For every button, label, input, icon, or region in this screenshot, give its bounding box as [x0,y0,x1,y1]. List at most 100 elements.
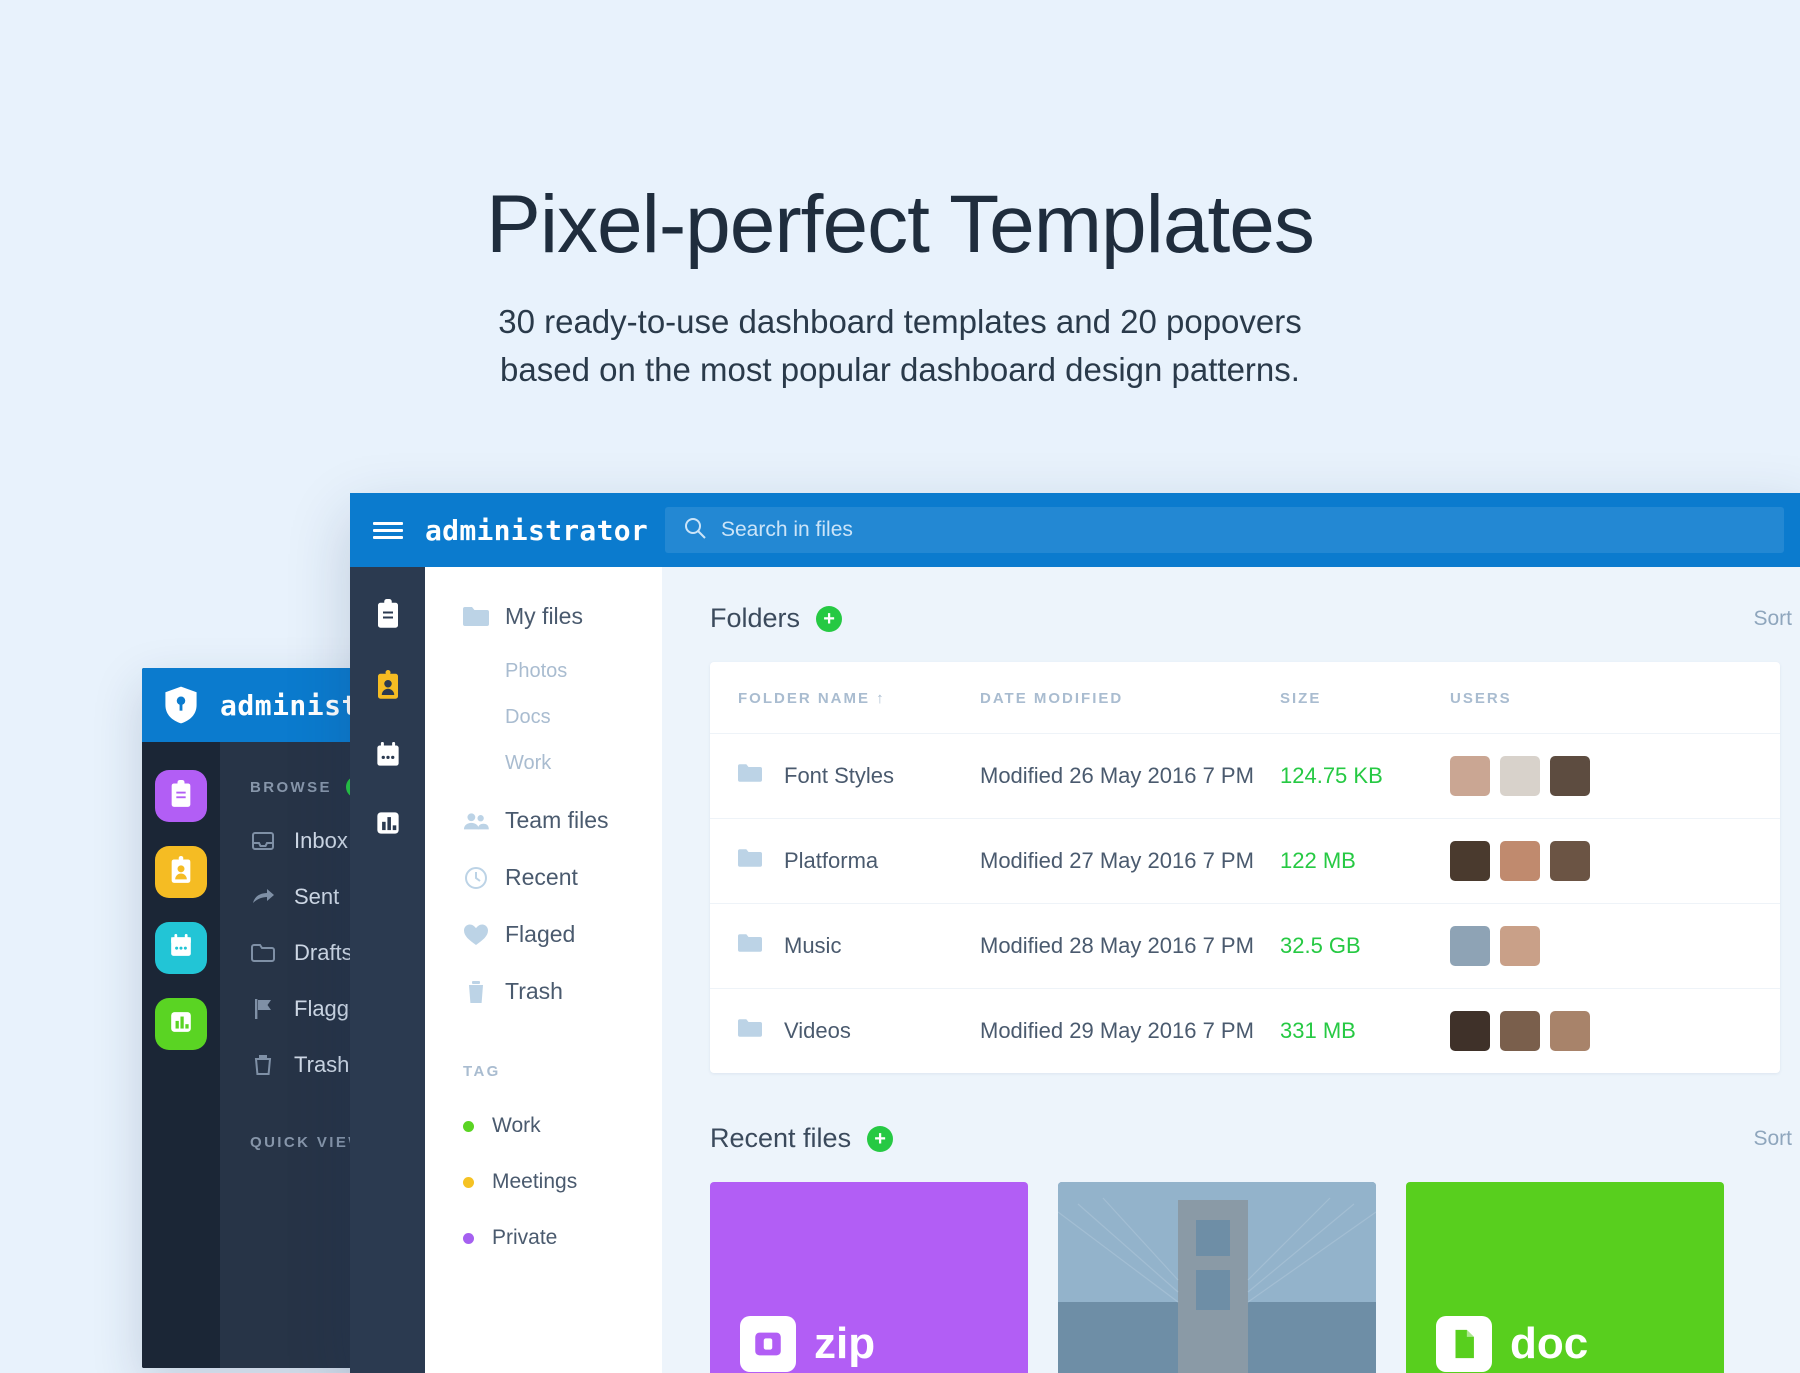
table-row[interactable]: Music Modified 28 May 2016 7 PM 32.5 GB [710,903,1780,989]
avatar-group[interactable] [1450,756,1780,796]
recent-files-thumbnails: zip doc [710,1182,1800,1373]
recent-file-card[interactable]: doc [1406,1182,1724,1373]
avatar [1550,841,1590,881]
flag-icon [250,998,276,1020]
plus-circle-icon[interactable]: + [816,605,843,632]
tree-item-recent[interactable]: Recent [463,864,662,891]
hero-subtitle: 30 ready-to-use dashboard templates and … [0,298,1800,394]
folder-size: 32.5 GB [1280,903,1450,989]
rail-chip-clipboard[interactable] [155,770,207,822]
folder-size: 122 MB [1280,818,1450,904]
table-row[interactable]: Videos Modified 29 May 2016 7 PM 331 MB [710,988,1780,1073]
folders-section-title: Folders [710,603,801,633]
icon-rail [350,567,425,1373]
tree-item-label: Flaged [505,921,576,947]
folder-name: Font Styles [784,763,895,788]
rail-item-contacts[interactable] [375,670,401,705]
tag-label: Private [492,1226,558,1249]
tree-item-label: Team files [505,807,609,833]
folder-size: 124.75 KB [1280,733,1450,819]
tree-item-label: Trash [505,978,563,1004]
document-file-icon [1436,1316,1492,1372]
folders-sort-link[interactable]: Sort [1753,607,1792,631]
tree-subitem-photos[interactable]: Photos [505,660,662,683]
tree-subitem-docs[interactable]: Docs [505,706,662,729]
contact-card-icon [375,670,401,704]
tag-label: Work [492,1114,541,1137]
file-tree-sidebar: My files Photos Docs Work Team files Rec… [425,567,662,1373]
hero-subtitle-line2: based on the most popular dashboard desi… [500,350,1300,388]
avatar-group[interactable] [1450,926,1780,966]
hero-subtitle-line1: 30 ready-to-use dashboard templates and … [498,303,1302,341]
search-input[interactable]: Search in files [665,507,1784,553]
contact-card-icon [169,855,193,889]
tag-item-private[interactable]: Private [463,1226,662,1250]
tree-subitem-work[interactable]: Work [505,752,662,775]
recent-file-label: doc [1510,1319,1589,1368]
table-row[interactable]: Font Styles Modified 26 May 2016 7 PM 12… [710,733,1780,819]
folder-icon [250,943,276,963]
nav-item-label: Trash [294,1052,350,1077]
rail-chip-calendar[interactable] [155,922,207,974]
clipboard-icon [375,599,401,633]
table-row[interactable]: Platforma Modified 27 May 2016 7 PM 122 … [710,818,1780,904]
shield-key-icon [142,686,220,724]
recent-file-card[interactable]: zip [710,1182,1028,1373]
clock-icon [463,866,489,890]
recent-file-card[interactable] [1058,1182,1376,1373]
avatar [1500,926,1540,966]
column-folder-name[interactable]: FOLDER NAME ↑ [710,662,980,734]
avatar [1500,841,1540,881]
rail-item-reports[interactable] [375,810,401,841]
plus-circle-icon[interactable]: + [867,1125,894,1152]
column-size[interactable]: SIZE [1280,662,1450,734]
tree-item-team-files[interactable]: Team files [463,807,662,834]
app-brand: administrator [425,513,649,547]
nav-item-label: Inbox [294,828,348,853]
tag-item-meetings[interactable]: Meetings [463,1170,662,1194]
folder-icon [463,606,489,627]
tree-item-trash[interactable]: Trash [463,978,662,1005]
file-manager-window: administrator Search in files My files P… [350,493,1800,1373]
tree-item-flaged[interactable]: Flaged [463,921,662,948]
folder-name: Platforma [784,848,879,873]
folder-date: Modified 26 May 2016 7 PM [980,733,1280,819]
column-users[interactable]: USERS [1450,662,1780,734]
tree-item-my-files[interactable]: My files [463,603,662,630]
folders-section-header: Folders + Sort [710,603,1800,634]
folders-table-card: FOLDER NAME ↑ DATE MODIFIED SIZE USERS F… [710,662,1780,1073]
bar-chart-icon [375,812,401,840]
recent-files-section-header: Recent files + Sort [710,1123,1800,1154]
tree-item-label: My files [505,603,583,629]
rail-item-calendar[interactable] [375,741,401,774]
tag-item-work[interactable]: Work [463,1114,662,1138]
app-header: administrator Search in files [350,493,1800,567]
main-content: Folders + Sort FOLDER NAME ↑ DATE MODIFI… [662,567,1800,1373]
folder-name: Music [784,933,842,958]
calendar-icon [169,933,193,964]
search-icon [683,516,707,545]
avatar [1550,756,1590,796]
avatar [1450,926,1490,966]
hamburger-menu-icon[interactable] [350,493,425,567]
tag-label: Meetings [492,1170,578,1193]
page-title: Pixel-perfect Templates [486,179,1315,270]
clipboard-icon [169,779,193,813]
rail-chip-reports[interactable] [155,998,207,1050]
table-header-row: FOLDER NAME ↑ DATE MODIFIED SIZE USERS [710,662,1780,734]
folder-date: Modified 28 May 2016 7 PM [980,903,1280,989]
rail-item-clipboard[interactable] [375,599,401,634]
search-placeholder: Search in files [721,518,853,541]
recent-sort-link[interactable]: Sort [1753,1127,1792,1151]
folder-size: 331 MB [1280,988,1450,1073]
nav-item-label: Sent [294,884,340,909]
rail-chip-contacts[interactable] [155,846,207,898]
archive-file-icon [740,1316,796,1372]
column-date-modified[interactable]: DATE MODIFIED [980,662,1280,734]
folders-table-body: Font Styles Modified 26 May 2016 7 PM 12… [710,733,1780,1073]
avatar-group[interactable] [1450,841,1780,881]
trash-icon [250,1054,276,1076]
avatar-group[interactable] [1450,1011,1780,1051]
folder-icon [738,763,762,789]
back-window-icon-rail [142,742,220,1368]
